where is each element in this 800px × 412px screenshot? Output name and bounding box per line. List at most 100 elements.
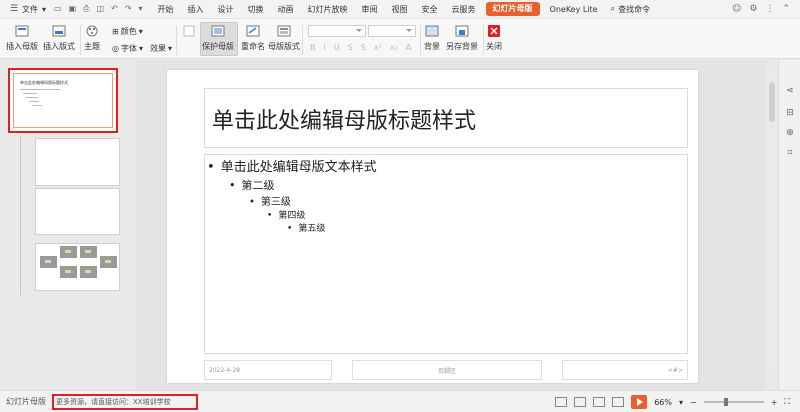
text-level-5[interactable]: 第五级 — [287, 221, 325, 234]
tab-slide-master[interactable]: 幻灯片母版 — [485, 2, 540, 16]
insert-layout-button[interactable]: 插入版式 — [43, 24, 75, 52]
thumbnail-layout-blank[interactable] — [35, 188, 120, 235]
notes-view-icon[interactable] — [555, 397, 568, 407]
tab-security[interactable]: 安全 — [415, 0, 445, 19]
open-icon[interactable]: ▭ — [54, 4, 62, 14]
tab-cloud[interactable]: 云服务 — [445, 0, 483, 19]
effect-label: 效果 — [150, 44, 166, 53]
tab-review[interactable]: 审阅 — [355, 0, 385, 19]
footer-number-placeholder[interactable]: <#> — [562, 360, 688, 380]
thumbnail-connector — [20, 135, 21, 295]
delete-button[interactable] — [182, 24, 196, 41]
undo-icon[interactable]: ↶ — [111, 4, 118, 14]
style-icon[interactable]: ⊕ — [783, 126, 797, 140]
zoom-slider[interactable] — [703, 398, 764, 406]
status-note-text: 更多资源，请直接访问：XX培训学校 — [56, 398, 171, 406]
collapse-ribbon-icon[interactable]: ⌃ — [782, 4, 790, 14]
save-background-button[interactable]: 另存背景 — [446, 24, 478, 52]
tab-animation[interactable]: 动画 — [271, 0, 301, 19]
tab-insert[interactable]: 插入 — [181, 0, 211, 19]
insert-master-button[interactable]: 插入母版 — [6, 24, 38, 52]
rename-button[interactable]: 重命名 — [241, 24, 265, 52]
body-placeholder[interactable] — [204, 154, 688, 354]
text-level-3[interactable]: 第三级 — [249, 193, 291, 208]
format-toolbar: B I U S S x² x₂ A — [310, 43, 411, 52]
thumbnail-layout-picture[interactable] — [35, 243, 120, 291]
save-icon[interactable]: ▣ — [69, 4, 77, 14]
shadow-icon[interactable]: S — [361, 43, 366, 52]
font-icon: ◎ — [112, 44, 119, 53]
underline-icon[interactable]: U — [334, 43, 340, 52]
settings-icon[interactable]: ⚙ — [749, 4, 757, 14]
fit-window-icon[interactable]: ⛶ — [784, 397, 790, 407]
slide-title[interactable]: 单击此处编辑母版标题样式 — [212, 103, 476, 135]
preview-icon[interactable]: ◫ — [97, 4, 105, 14]
zoom-in-icon[interactable]: + — [771, 398, 778, 407]
search-command[interactable]: ⌕ 查找命令 — [611, 4, 650, 15]
close-master-button[interactable]: 关闭 — [486, 24, 502, 52]
font-family-combo[interactable] — [308, 25, 366, 37]
delete-icon — [182, 24, 196, 37]
text-level-2[interactable]: 第二级 — [229, 177, 275, 193]
hamburger-icon[interactable]: ☰ — [6, 4, 22, 14]
play-slideshow-icon[interactable] — [631, 395, 648, 409]
status-controls: 66% ▾ − + ⛶ — [555, 393, 790, 411]
redo-icon[interactable]: ↷ — [125, 4, 132, 14]
status-bar: 幻灯片母版 更多资源，请直接访问：XX培训学校 66% ▾ − + ⛶ — [0, 390, 800, 412]
superscript-icon[interactable]: x² — [374, 43, 382, 52]
strikethrough-icon[interactable]: S — [348, 43, 353, 52]
status-note[interactable]: 更多资源，请直接访问：XX培训学校 — [52, 394, 198, 410]
scrollbar-thumb[interactable] — [769, 82, 775, 122]
zoom-chevron-icon[interactable]: ▾ — [679, 398, 683, 407]
close-icon — [487, 24, 501, 37]
thumbnail-text-line — [26, 97, 38, 98]
reading-view-icon[interactable] — [612, 397, 625, 407]
properties-icon[interactable]: ⊟ — [783, 106, 797, 120]
effect-button[interactable]: 效果 ▾ — [150, 43, 172, 54]
thumbnail-layout-title[interactable] — [35, 138, 120, 186]
sorter-view-icon[interactable] — [593, 397, 606, 407]
tab-view[interactable]: 视图 — [385, 0, 415, 19]
protect-master-icon — [211, 24, 225, 37]
more-options-icon[interactable]: ⋮ — [765, 4, 774, 14]
thumbnail-master-title: 单击此处编辑母版标题样式 — [20, 80, 68, 85]
more-icon[interactable]: ▾ — [139, 4, 143, 14]
crop-icon[interactable]: ⌗ — [783, 146, 797, 160]
save-background-icon — [455, 24, 469, 37]
normal-view-icon[interactable] — [574, 397, 587, 407]
file-menu-chevron-icon[interactable]: ▾ — [42, 5, 46, 14]
footer-center-placeholder[interactable]: 页脚区 — [352, 360, 542, 380]
ribbon-separator — [80, 25, 81, 55]
tab-onekey-lite[interactable]: OneKey Lite — [543, 0, 605, 19]
font-size-combo[interactable] — [368, 25, 416, 37]
zoom-out-icon[interactable]: − — [690, 398, 697, 407]
tab-transition[interactable]: 切换 — [241, 0, 271, 19]
text-level-1[interactable]: 单击此处编辑母版文本样式 — [207, 156, 377, 175]
font-color-icon[interactable]: A — [406, 43, 411, 52]
master-layout-button[interactable]: 母版版式 — [268, 24, 300, 52]
background-button[interactable]: 背景 — [424, 24, 440, 52]
print-icon[interactable]: ⎙ — [83, 4, 89, 14]
share-icon[interactable]: ⋖ — [783, 84, 797, 98]
subscript-icon[interactable]: x₂ — [390, 43, 398, 52]
color-button[interactable]: ⊞ 颜色 ▾ — [112, 26, 143, 37]
bold-icon[interactable]: B — [310, 43, 316, 52]
protect-master-button[interactable]: 保护母版 — [202, 24, 234, 52]
tab-design[interactable]: 设计 — [211, 0, 241, 19]
theme-button[interactable]: 主题 — [84, 24, 100, 52]
search-icon: ⌕ — [610, 4, 616, 13]
thumbnail-master[interactable]: 单击此处编辑母版标题样式 — [8, 68, 118, 133]
thumbnail-panel: 1 单击此处编辑母版标题样式 — [0, 60, 136, 390]
tab-home[interactable]: 开始 — [151, 0, 181, 19]
vertical-scrollbar[interactable] — [768, 70, 776, 370]
ribbon-separator — [176, 25, 177, 55]
footer-date-placeholder[interactable]: 2022-4-28 — [204, 360, 332, 380]
file-menu[interactable]: 文件 — [22, 4, 38, 15]
font-button[interactable]: ◎ 字体 ▾ — [112, 43, 143, 54]
slide-master[interactable]: 单击此处编辑母版标题样式 单击此处编辑母版文本样式 第二级 第三级 第四级 第五… — [167, 70, 698, 383]
feedback-icon[interactable]: ☺ — [732, 4, 741, 14]
italic-icon[interactable]: I — [324, 43, 326, 52]
text-level-4[interactable]: 第四级 — [267, 208, 305, 221]
zoom-level[interactable]: 66% — [654, 398, 672, 407]
tab-slideshow[interactable]: 幻灯片放映 — [301, 0, 355, 19]
